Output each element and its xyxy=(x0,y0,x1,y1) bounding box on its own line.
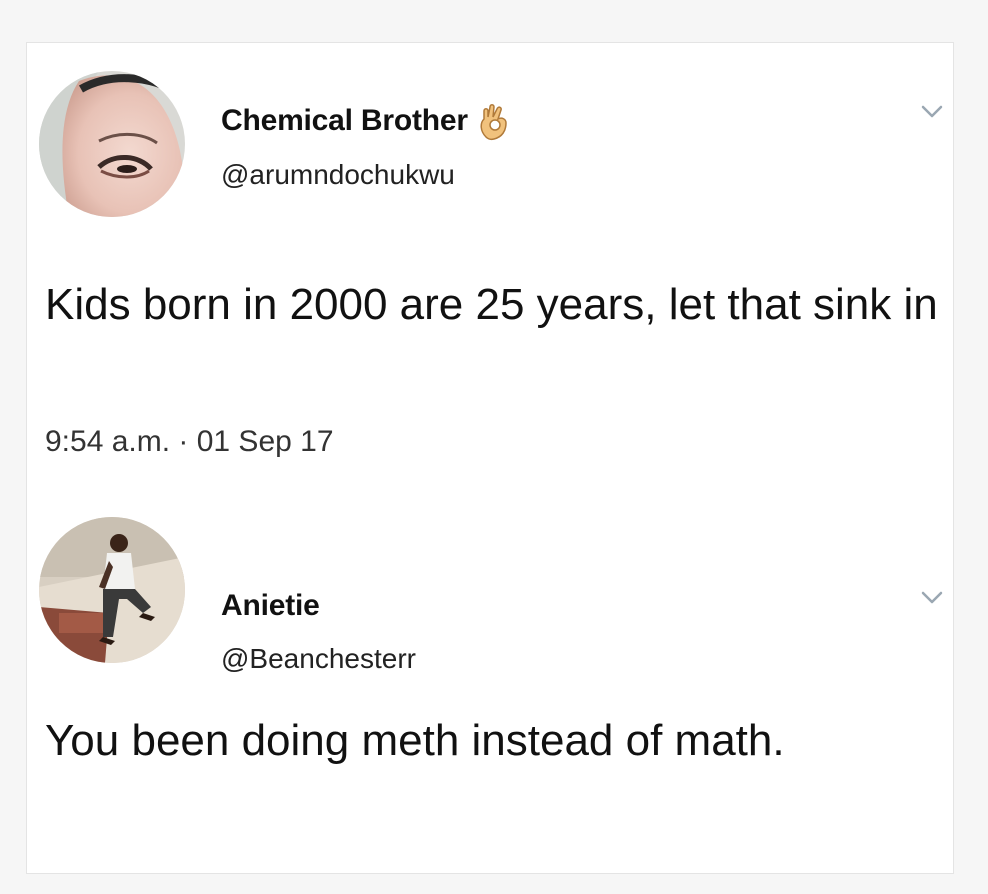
chevron-down-icon[interactable] xyxy=(921,591,943,605)
user-handle[interactable]: @Beanchesterr xyxy=(221,643,416,675)
tweet-text: Kids born in 2000 are 25 years, let that… xyxy=(45,280,938,329)
display-name[interactable]: Anietie xyxy=(221,589,320,623)
display-name[interactable]: Chemical Brother xyxy=(221,101,512,141)
tweet-thread-card: Chemical Brother @arumndochukwu Kids bor… xyxy=(26,42,954,874)
tweet-timestamp[interactable]: 9:54 a.m. · 01 Sep 17 xyxy=(45,425,334,459)
display-name-text[interactable]: Anietie xyxy=(221,589,320,623)
ok-hand-emoji-icon xyxy=(478,101,512,141)
avatar-chemical-brother[interactable] xyxy=(39,71,185,217)
display-name-text[interactable]: Chemical Brother xyxy=(221,104,468,138)
tweet-text: You been doing meth instead of math. xyxy=(45,716,785,765)
chevron-down-icon[interactable] xyxy=(921,105,943,119)
avatar-anietie[interactable] xyxy=(39,517,185,663)
user-handle[interactable]: @arumndochukwu xyxy=(221,159,455,191)
